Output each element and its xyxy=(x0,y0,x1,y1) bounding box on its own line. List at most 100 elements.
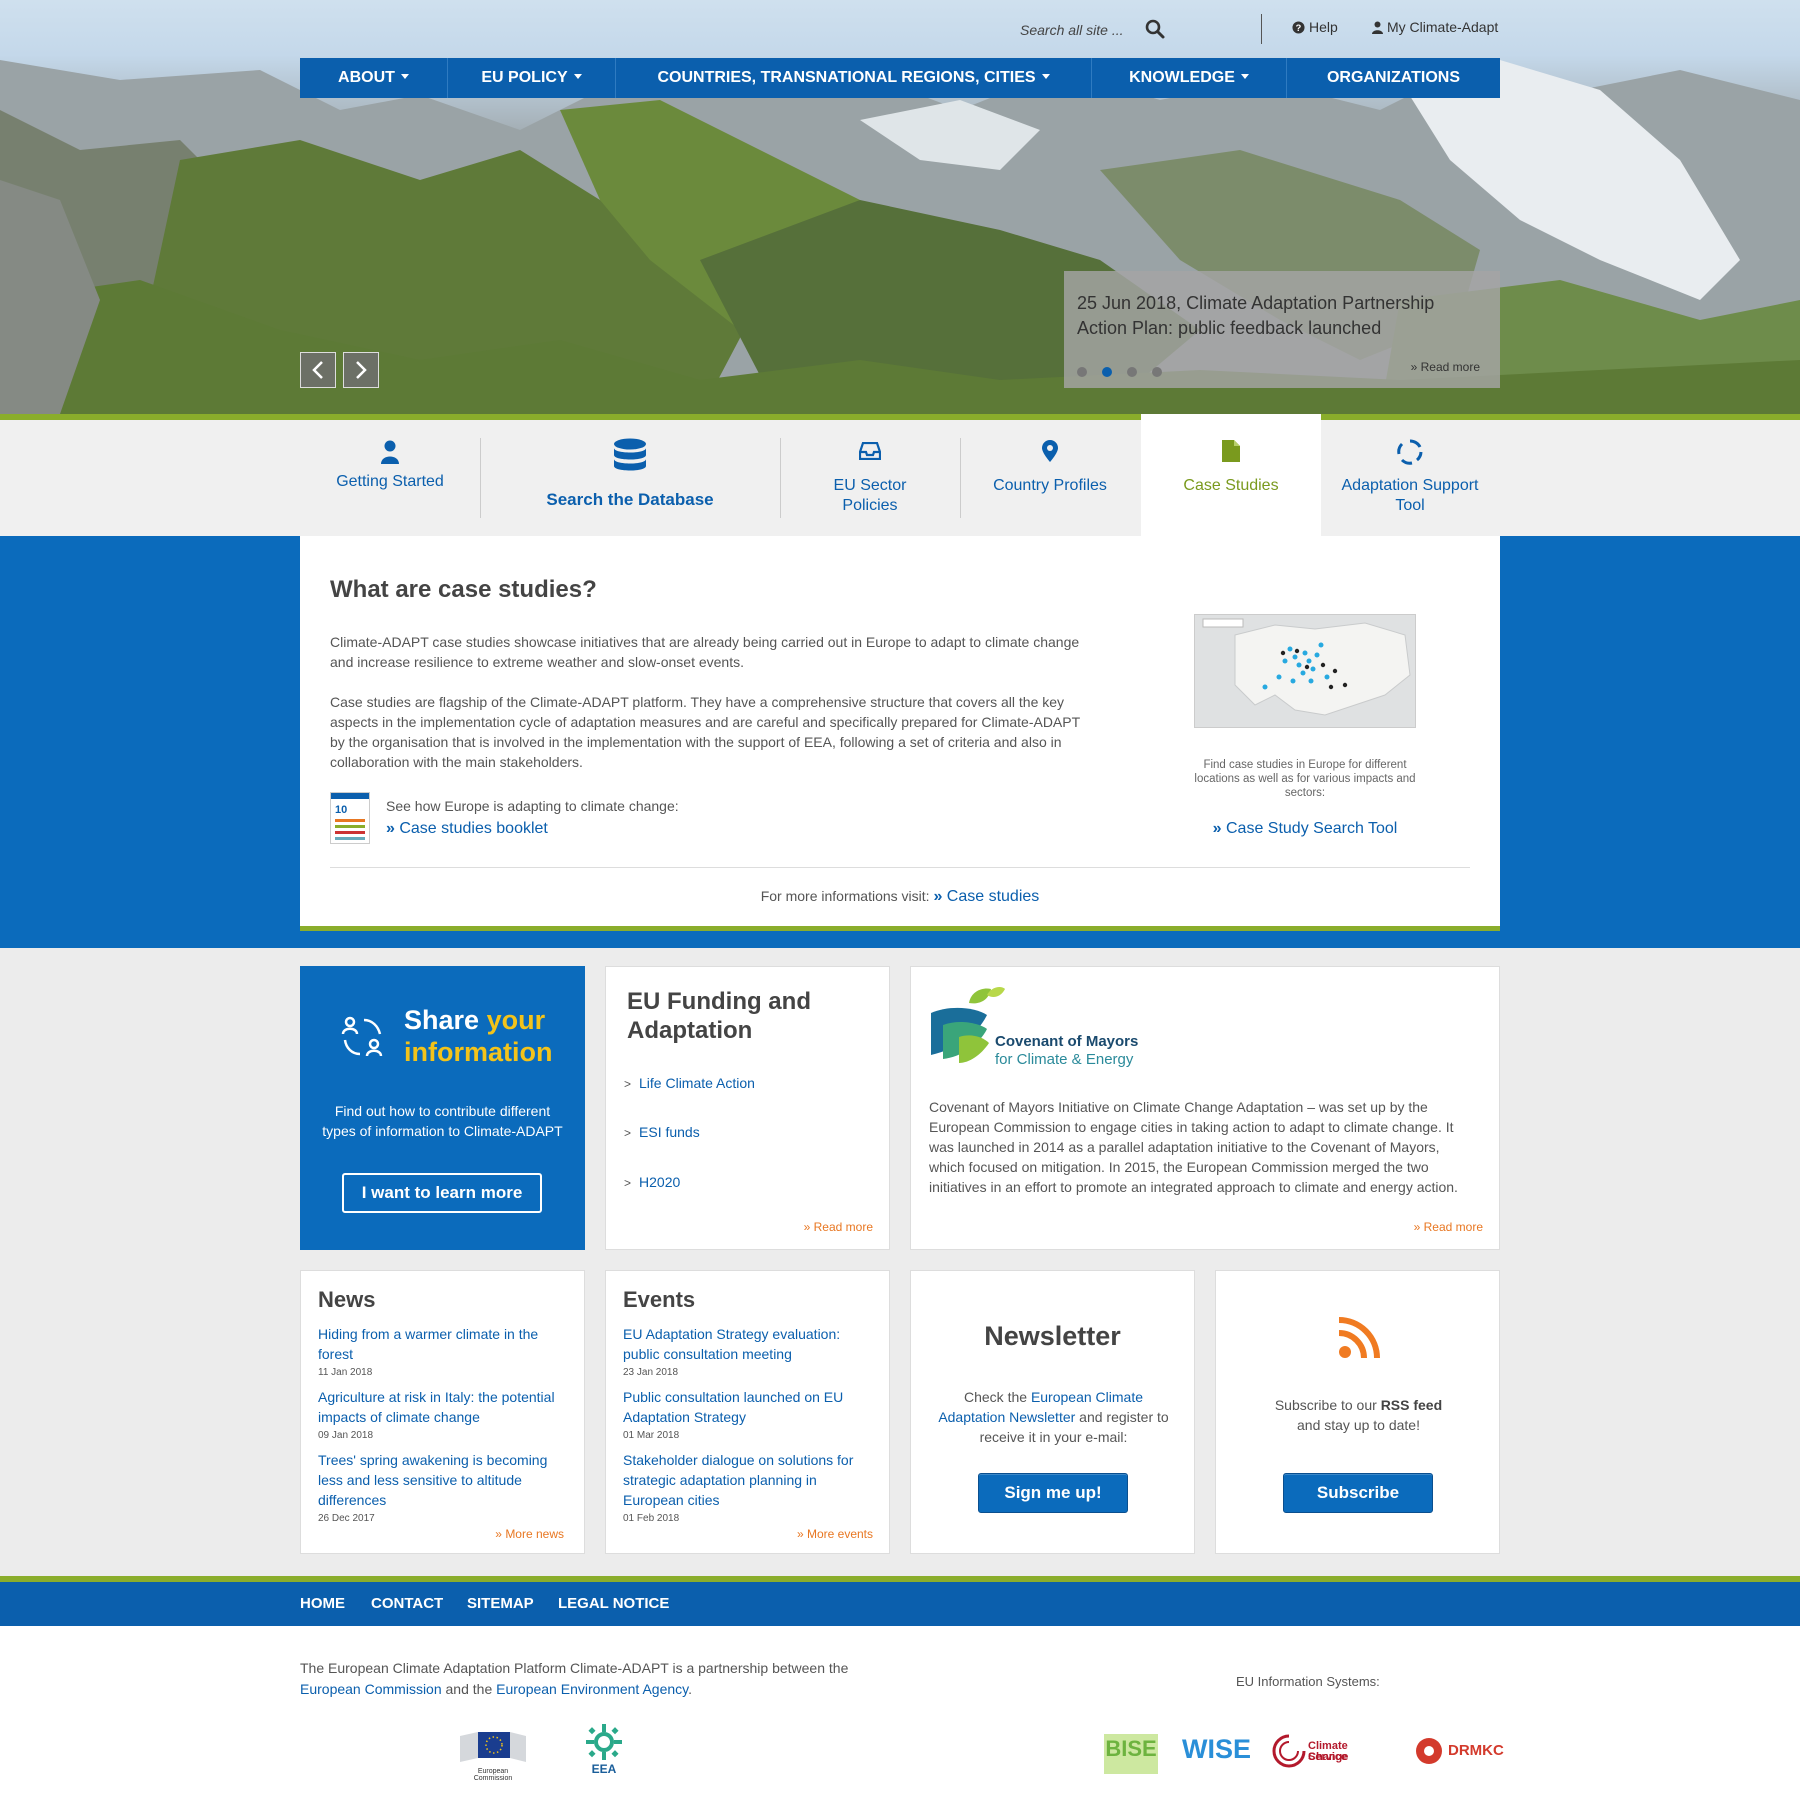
nav-organizations[interactable]: Organizations xyxy=(1287,58,1500,98)
nav-about[interactable]: About xyxy=(300,58,448,98)
nav-eu-policy[interactable]: EU Policy xyxy=(448,58,616,98)
funding-read-more-link[interactable]: » Read more xyxy=(804,1220,873,1234)
rss-text-post: and stay up to date! xyxy=(1297,1417,1420,1433)
european-commission-logo[interactable]: European Commission xyxy=(458,1728,528,1782)
chevron-right-icon xyxy=(356,361,367,379)
footer-link-sitemap[interactable]: Sitemap xyxy=(467,1595,534,1612)
search-icon[interactable] xyxy=(1143,17,1167,41)
news-item-date: 26 Dec 2017 xyxy=(318,1513,375,1524)
funding-link-life[interactable]: > Life Climate Action xyxy=(624,1075,755,1091)
share-users-icon xyxy=(341,1016,383,1057)
events-title: Events xyxy=(623,1287,696,1312)
my-account-link[interactable]: My Climate-Adapt xyxy=(1372,19,1498,35)
event-item-link[interactable]: EU Adaptation Strategy evaluation: publi… xyxy=(623,1324,873,1364)
news-item-link[interactable]: Agriculture at risk in Italy: the potent… xyxy=(318,1387,568,1427)
help-link[interactable]: ? Help xyxy=(1292,19,1338,35)
nav-countries[interactable]: Countries, transnational regions, cities xyxy=(616,58,1092,98)
subscribe-button[interactable]: Subscribe xyxy=(1283,1473,1433,1513)
case-studies-booklet-link[interactable]: » Case studies booklet xyxy=(386,820,548,838)
slider-read-more-link[interactable]: » Read more xyxy=(1411,360,1480,374)
footer-link-home[interactable]: Home xyxy=(300,1595,345,1612)
drmkc-logo[interactable]: DRMKC xyxy=(1414,1734,1504,1770)
caret-down-icon xyxy=(573,74,582,79)
covenant-logo-subtitle: for Climate & Energy xyxy=(995,1051,1134,1068)
wise-logo[interactable]: WISE xyxy=(1182,1734,1252,1774)
funding-link-label: Life Climate Action xyxy=(639,1075,755,1091)
climate-change-service-logo[interactable]: Climate Change Service xyxy=(1272,1732,1390,1772)
case-study-search-tool-link[interactable]: » Case Study Search Tool xyxy=(1180,820,1430,838)
panel-divider xyxy=(330,867,1470,868)
footer-link-eea[interactable]: European Environment Agency xyxy=(496,1681,688,1697)
news-item-link[interactable]: Trees' spring awakening is becoming less… xyxy=(318,1450,568,1510)
covenant-read-more-link[interactable]: » Read more xyxy=(1414,1220,1483,1234)
footer-link-contact[interactable]: Contact xyxy=(371,1595,443,1612)
panel-green-border xyxy=(300,926,1500,931)
share-description: Find out how to contribute different typ… xyxy=(322,1103,563,1139)
slider-dot[interactable] xyxy=(1077,367,1087,377)
slider-caption: 25 Jun 2018, Climate Adaptation Partners… xyxy=(1064,271,1500,388)
funding-link-esi[interactable]: > ESI funds xyxy=(624,1124,700,1140)
tab-adaptation-support-tool[interactable]: Adaptation Support Tool xyxy=(1330,420,1490,536)
eea-logo-text: EEA xyxy=(591,1762,617,1776)
drmkc-icon xyxy=(1416,1738,1442,1764)
tab-eu-sector-policies[interactable]: EU Sector Policies xyxy=(810,420,930,536)
map-marker-icon xyxy=(1042,440,1058,462)
event-item-link[interactable]: Stakeholder dialogue on solutions for st… xyxy=(623,1450,873,1510)
more-events-link[interactable]: » More events xyxy=(797,1527,873,1541)
tab-country-profiles-label: Country Profiles xyxy=(993,477,1107,494)
case-studies-more-link[interactable]: » Case studies xyxy=(933,888,1039,905)
rss-text-bold: RSS feed xyxy=(1380,1397,1443,1413)
footer-link-legal-notice[interactable]: Legal notice xyxy=(558,1595,669,1612)
funding-link-h2020[interactable]: > H2020 xyxy=(624,1174,680,1190)
tab-country-profiles[interactable]: Country Profiles xyxy=(990,420,1110,536)
funding-link-label: H2020 xyxy=(639,1174,681,1190)
more-events-label: More events xyxy=(806,1527,873,1541)
slider-dot-active[interactable] xyxy=(1102,367,1112,377)
event-item-link[interactable]: Public consultation launched on EU Adapt… xyxy=(623,1387,873,1427)
more-info-link-label: Case studies xyxy=(946,888,1040,905)
event-item-date: 23 Jan 2018 xyxy=(623,1367,679,1378)
footer: The European Climate Adaptation Platform… xyxy=(0,1626,1800,1817)
double-chevron-icon: » xyxy=(803,1220,814,1234)
tab-getting-started-label: Getting Started xyxy=(336,473,444,490)
wise-logo-text: WISE xyxy=(1182,1734,1252,1764)
news-card: News Hiding from a warmer climate in the… xyxy=(300,1270,585,1554)
chevron-left-icon xyxy=(312,361,323,379)
chevron-right-icon: > xyxy=(624,1176,632,1190)
booklet-cover-image[interactable]: 10 xyxy=(330,792,370,844)
tab-search-database-label: Search the Database xyxy=(546,490,714,509)
share-information-card: Share your information Find out how to c… xyxy=(300,966,585,1250)
bise-logo[interactable]: BISE xyxy=(1104,1734,1158,1774)
case-studies-panel: What are case studies? Climate-ADAPT cas… xyxy=(300,536,1500,926)
double-chevron-icon: » xyxy=(386,820,400,837)
nav-knowledge[interactable]: Knowledge xyxy=(1092,58,1287,98)
event-item-date: 01 Feb 2018 xyxy=(623,1513,680,1524)
chevron-right-icon: > xyxy=(624,1126,632,1140)
tab-case-studies-label: Case Studies xyxy=(1183,477,1279,494)
slider-prev-button[interactable] xyxy=(300,352,336,388)
learn-more-button[interactable]: I want to learn more xyxy=(342,1173,542,1213)
user-icon xyxy=(381,440,399,464)
slider-dot[interactable] xyxy=(1152,367,1162,377)
more-news-link[interactable]: » More news xyxy=(495,1527,564,1541)
newsletter-description: Check the European Climate Adaptation Ne… xyxy=(936,1387,1171,1447)
map-caption: Find case studies in Europe for differen… xyxy=(1194,759,1416,799)
case-study-map-image[interactable] xyxy=(1194,614,1416,728)
footer-navigation: Home Contact Sitemap Legal notice xyxy=(0,1582,1800,1626)
hero-banner: Search all site ... ? Help My Climate-Ada… xyxy=(0,0,1800,414)
covenant-description: Covenant of Mayors Initiative on Climate… xyxy=(929,1099,1458,1195)
eea-logo[interactable]: EEA xyxy=(578,1722,630,1780)
tab-case-studies[interactable]: Case Studies xyxy=(1141,414,1321,536)
footer-link-european-commission[interactable]: European Commission xyxy=(300,1681,442,1697)
sign-me-up-button[interactable]: Sign me up! xyxy=(978,1473,1128,1513)
news-item-link[interactable]: Hiding from a warmer climate in the fore… xyxy=(318,1324,568,1364)
tab-search-database[interactable]: Search the Database xyxy=(520,420,740,536)
slider-next-button[interactable] xyxy=(343,352,379,388)
slider-title[interactable]: 25 Jun 2018, Climate Adaptation Partners… xyxy=(1077,291,1477,341)
question-circle-icon: ? xyxy=(1292,21,1305,34)
slider-dot[interactable] xyxy=(1127,367,1137,377)
help-label: Help xyxy=(1309,19,1338,35)
tab-getting-started[interactable]: Getting Started xyxy=(330,420,450,536)
double-chevron-icon: » xyxy=(796,1527,807,1541)
double-chevron-icon: » xyxy=(1410,360,1421,374)
